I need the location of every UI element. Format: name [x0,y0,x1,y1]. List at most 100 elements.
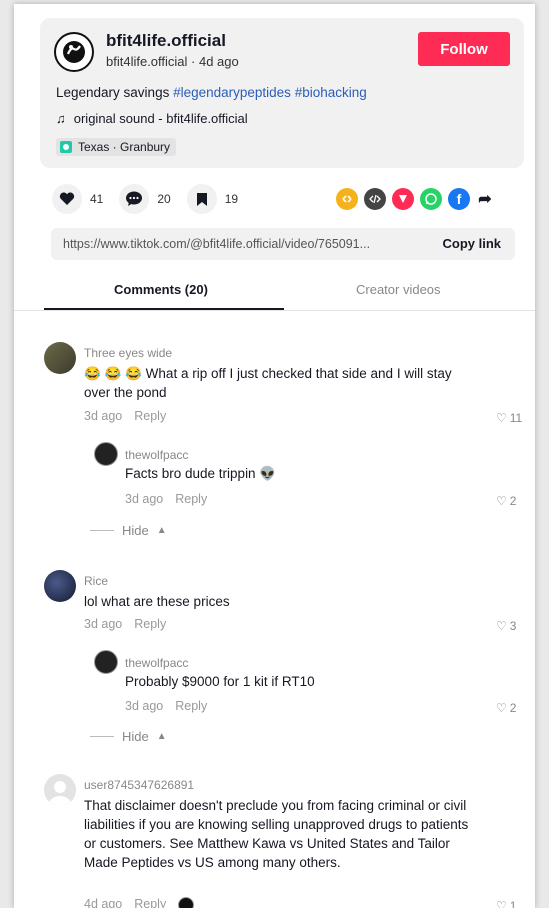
comment-like[interactable]: ♡ 11 [496,411,522,425]
comment-like-count: 3 [509,619,517,633]
reply-meta: 3d ago Reply [125,492,207,506]
creator-avatar[interactable] [54,32,94,72]
reply-like[interactable]: ♡ 2 [496,701,516,715]
replier-avatar[interactable] [94,442,118,466]
comment-text: 😂 😂 😂 What a rip off I just checked that… [84,366,452,400]
share-link-bar: https://www.tiktok.com/@bfit4life.offici… [51,228,515,260]
commenter-name[interactable]: user8745347626891 [84,778,194,792]
comment-text: lol what are these prices [84,594,230,609]
comment-bubble-icon [119,184,150,214]
bookmark-icon [186,184,217,214]
comment-meta: 4d ago Reply [84,897,195,908]
chevron-up-icon: ▲ [156,525,167,536]
commenter-avatar[interactable] [44,342,76,374]
comment-like[interactable]: ♡ 3 [496,619,516,633]
replier-avatar[interactable] [94,650,118,674]
music-note-icon: ♫ [56,111,66,126]
replier-name[interactable]: thewolfpacc [125,656,188,670]
like-count: 41 [90,192,104,206]
comment-like-count: 1 [509,899,517,908]
action-bar: 41 20 19 [52,184,238,214]
divider [90,530,114,531]
comment-text: That disclaimer doesn't preclude you fro… [84,798,469,870]
comment-like[interactable]: ♡ 1 [496,899,516,908]
reply-text: Probably $9000 for 1 kit if RT10 [125,674,315,689]
like-action[interactable]: 41 [52,184,103,214]
active-tab-indicator [44,308,284,310]
reply-button[interactable]: Reply [134,897,166,908]
reply-item: thewolfpacc Facts bro dude trippin 👽 3d … [94,442,524,512]
comment-action[interactable]: 20 [119,184,171,214]
embed-icon[interactable] [336,188,358,210]
reply-time: 3d ago [125,492,164,506]
location-pin-icon [60,141,72,153]
reply-button[interactable]: Reply [175,492,207,506]
post-panel: bfit4life.official bfit4life.official · … [14,4,535,908]
creator-username[interactable]: bfit4life.official [106,31,226,51]
creator-liked-avatar [178,897,195,908]
commenter-name[interactable]: Three eyes wide [84,346,172,360]
reply-time: 3d ago [125,699,164,713]
tab-comments[interactable]: Comments (20) [114,282,208,297]
save-action[interactable]: 19 [186,184,239,214]
description-text: Legendary savings [56,85,174,100]
reply-like[interactable]: ♡ 2 [496,494,516,508]
hashtag-link[interactable]: #biohacking [295,85,367,100]
hide-replies-button[interactable]: Hide ▲ [90,729,167,744]
code-icon[interactable] [364,188,386,210]
hide-label: Hide [122,729,149,744]
comment-time: 4d ago [84,897,123,908]
share-arrow-icon[interactable]: ➦ [476,188,494,210]
heart-outline-icon: ♡ [496,701,507,715]
sound-label: original sound - bfit4life.official [73,111,248,126]
bfit-logo-icon [63,41,85,63]
post-subline: bfit4life.official · 4d ago [106,54,239,69]
reply-item: thewolfpacc Probably $9000 for 1 kit if … [94,650,524,720]
comment-meta: 3d ago Reply [84,617,166,631]
whatsapp-icon[interactable] [420,188,442,210]
heart-outline-icon: ♡ [496,411,507,425]
video-link[interactable]: https://www.tiktok.com/@bfit4life.offici… [63,237,370,251]
heart-icon [52,184,82,214]
reply-like-count: 2 [509,701,517,715]
comment-count: 20 [157,192,171,206]
follow-button[interactable]: Follow [418,32,510,66]
tab-creator-videos[interactable]: Creator videos [356,282,441,297]
default-avatar-icon[interactable] [44,774,76,806]
divider [90,736,114,737]
reply-button[interactable]: Reply [134,409,166,423]
comment-item: user8745347626891 That disclaimer doesn'… [44,774,524,908]
location-label: Texas · Granbury [78,140,171,154]
replier-name[interactable]: thewolfpacc [125,448,188,462]
hashtag-link[interactable]: #legendarypeptides [173,85,291,100]
reply-button[interactable]: Reply [175,699,207,713]
heart-outline-icon: ♡ [496,619,507,633]
comment-like-count: 11 [509,411,523,425]
save-count: 19 [224,192,239,206]
commenter-avatar[interactable] [44,570,76,602]
heart-outline-icon: ♡ [496,899,507,908]
commenter-name[interactable]: Rice [84,574,108,588]
hide-label: Hide [122,523,149,538]
share-icons: f ➦ [336,188,494,210]
chevron-up-icon: ▲ [156,731,167,742]
location-tag[interactable]: Texas · Granbury [56,138,177,156]
reply-like-count: 2 [509,494,517,508]
heart-outline-icon: ♡ [496,494,507,508]
send-icon[interactable] [392,188,414,210]
hide-replies-button[interactable]: Hide ▲ [90,523,167,538]
comment-item: Three eyes wide 😂 😂 😂 What a rip off I j… [44,342,524,538]
post-info-card: bfit4life.official bfit4life.official · … [40,18,524,168]
reply-meta: 3d ago Reply [125,699,207,713]
comment-tabs: Comments (20) Creator videos [14,276,535,311]
post-description: Legendary savings #legendarypeptides #bi… [56,85,367,100]
copy-link-button[interactable]: Copy link [442,236,501,251]
facebook-icon[interactable]: f [448,188,470,210]
comment-item: Rice lol what are these prices 3d ago Re… [44,570,524,750]
comment-time: 3d ago [84,409,123,423]
comment-time: 3d ago [84,617,123,631]
comment-meta: 3d ago Reply [84,409,166,423]
reply-text: Facts bro dude trippin 👽 [125,466,277,481]
reply-button[interactable]: Reply [134,617,166,631]
sound-link[interactable]: ♫ original sound - bfit4life.official [56,111,248,126]
